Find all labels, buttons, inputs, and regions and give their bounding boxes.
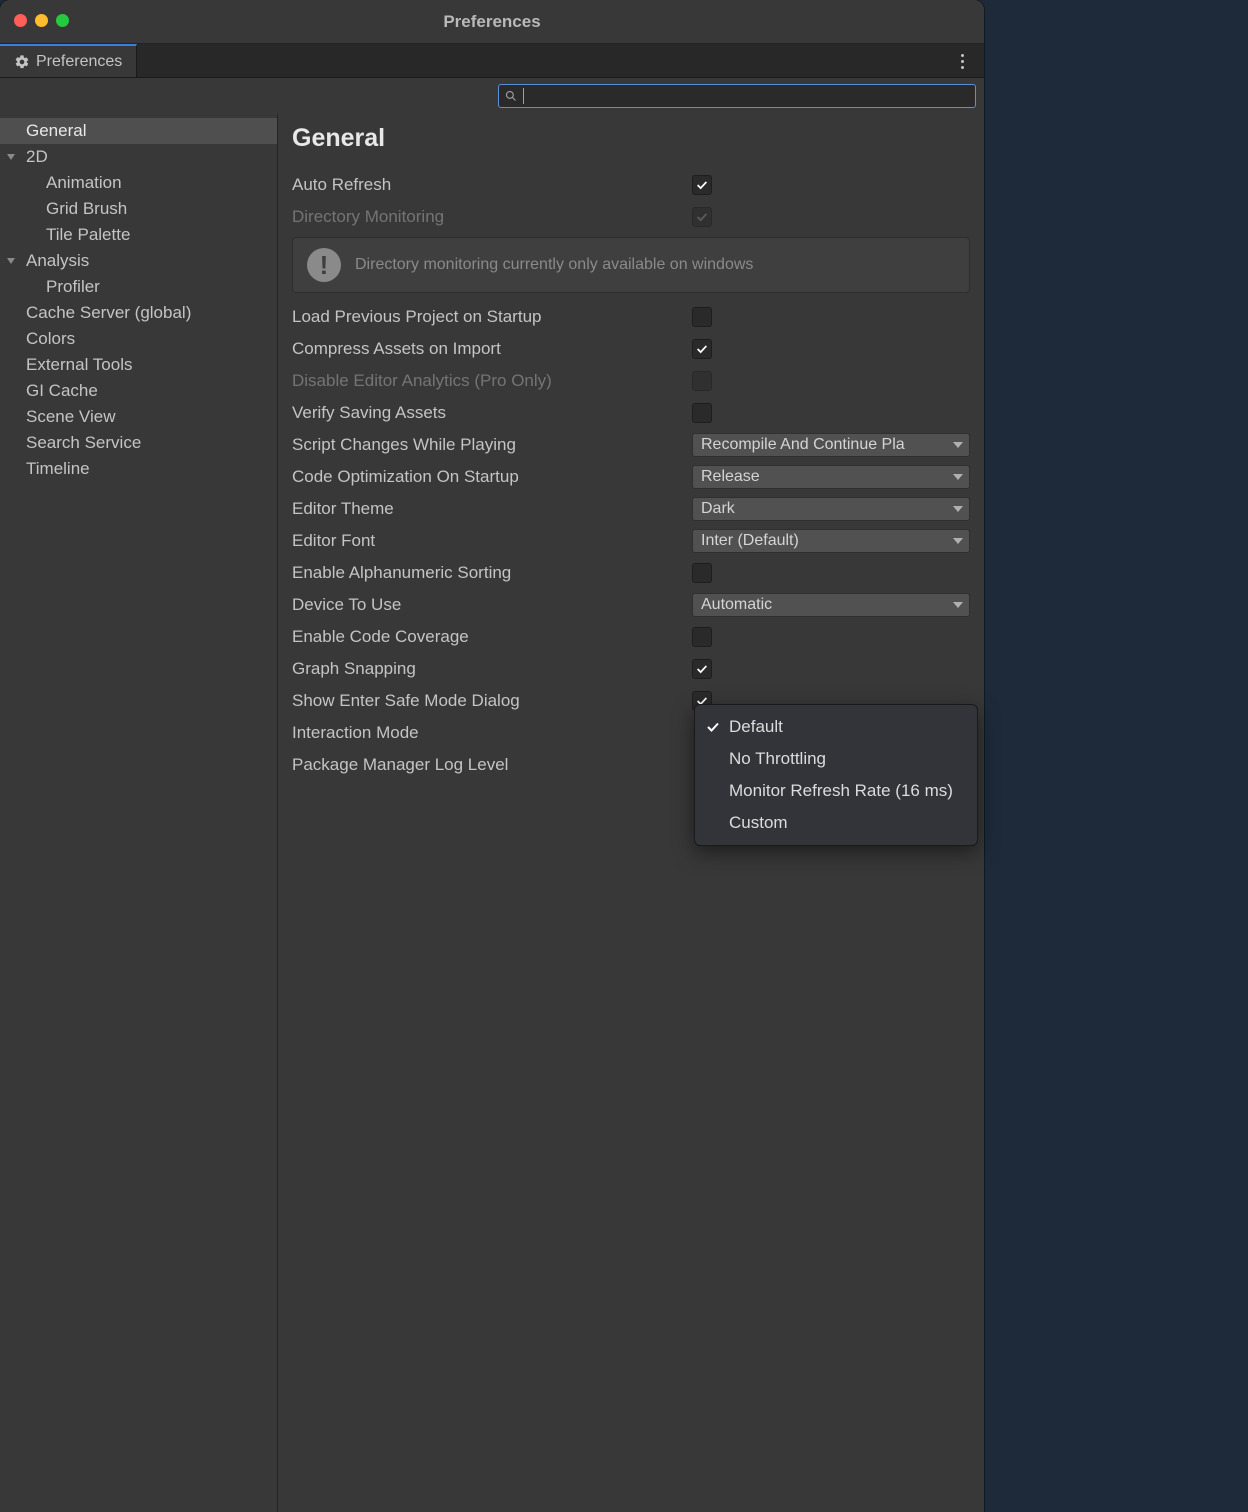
interaction-mode-popup: Default No Throttling Monitor Refresh Ra… bbox=[694, 704, 978, 846]
row-compress-assets: Compress Assets on Import bbox=[292, 333, 970, 365]
graph-snapping-checkbox[interactable] bbox=[692, 659, 712, 679]
gear-icon bbox=[14, 54, 30, 70]
verify-saving-checkbox[interactable] bbox=[692, 403, 712, 423]
device-dropdown[interactable]: Automatic bbox=[692, 593, 970, 617]
sidebar-item-general[interactable]: General bbox=[0, 118, 277, 144]
sidebar-item-cache-server[interactable]: Cache Server (global) bbox=[0, 300, 277, 326]
window-controls bbox=[14, 14, 69, 27]
close-window-button[interactable] bbox=[14, 14, 27, 27]
row-device: Device To Use Automatic bbox=[292, 589, 970, 621]
row-auto-refresh: Auto Refresh bbox=[292, 169, 970, 201]
row-graph-snapping: Graph Snapping bbox=[292, 653, 970, 685]
sidebar-item-profiler[interactable]: Profiler bbox=[0, 274, 277, 300]
chevron-down-icon bbox=[953, 602, 963, 608]
row-disable-analytics: Disable Editor Analytics (Pro Only) bbox=[292, 365, 970, 397]
compress-assets-checkbox[interactable] bbox=[692, 339, 712, 359]
editor-font-dropdown[interactable]: Inter (Default) bbox=[692, 529, 970, 553]
minimize-window-button[interactable] bbox=[35, 14, 48, 27]
popup-option-monitor-refresh[interactable]: Monitor Refresh Rate (16 ms) bbox=[695, 775, 977, 807]
sidebar-item-colors[interactable]: Colors bbox=[0, 326, 277, 352]
sidebar-item-external-tools[interactable]: External Tools bbox=[0, 352, 277, 378]
triangle-down-icon bbox=[6, 152, 16, 162]
row-editor-theme: Editor Theme Dark bbox=[292, 493, 970, 525]
code-optimization-dropdown[interactable]: Release bbox=[692, 465, 970, 489]
info-icon: ! bbox=[307, 248, 341, 282]
sidebar-item-animation[interactable]: Animation bbox=[0, 170, 277, 196]
sidebar-item-gi-cache[interactable]: GI Cache bbox=[0, 378, 277, 404]
window-title: Preferences bbox=[443, 12, 540, 32]
sidebar: General 2D Animation Grid Brush Tile Pal… bbox=[0, 114, 278, 1512]
alpha-sort-checkbox[interactable] bbox=[692, 563, 712, 583]
popup-option-no-throttling[interactable]: No Throttling bbox=[695, 743, 977, 775]
search-field[interactable] bbox=[498, 84, 976, 108]
disable-analytics-checkbox bbox=[692, 371, 712, 391]
tab-menu-button[interactable] bbox=[952, 50, 972, 72]
tab-label: Preferences bbox=[36, 53, 122, 71]
info-box: ! Directory monitoring currently only av… bbox=[292, 237, 970, 293]
search-input[interactable] bbox=[530, 89, 969, 104]
sidebar-item-timeline[interactable]: Timeline bbox=[0, 456, 277, 482]
row-code-coverage: Enable Code Coverage bbox=[292, 621, 970, 653]
row-code-optimization: Code Optimization On Startup Release bbox=[292, 461, 970, 493]
popup-option-default[interactable]: Default bbox=[695, 711, 977, 743]
check-icon bbox=[705, 719, 721, 735]
sidebar-item-analysis[interactable]: Analysis bbox=[0, 248, 277, 274]
auto-refresh-checkbox[interactable] bbox=[692, 175, 712, 195]
search-row bbox=[0, 78, 984, 114]
sidebar-item-2d[interactable]: 2D bbox=[0, 144, 277, 170]
tab-bar: Preferences bbox=[0, 44, 984, 78]
search-icon bbox=[505, 90, 517, 102]
row-editor-font: Editor Font Inter (Default) bbox=[292, 525, 970, 557]
tab-preferences[interactable]: Preferences bbox=[0, 44, 137, 77]
row-load-previous: Load Previous Project on Startup bbox=[292, 301, 970, 333]
info-text: Directory monitoring currently only avai… bbox=[355, 256, 753, 274]
row-script-changes: Script Changes While Playing Recompile A… bbox=[292, 429, 970, 461]
row-verify-saving: Verify Saving Assets bbox=[292, 397, 970, 429]
text-caret bbox=[523, 88, 524, 104]
code-coverage-checkbox[interactable] bbox=[692, 627, 712, 647]
chevron-down-icon bbox=[953, 474, 963, 480]
titlebar: Preferences bbox=[0, 0, 984, 44]
chevron-down-icon bbox=[953, 538, 963, 544]
chevron-down-icon bbox=[953, 506, 963, 512]
page-title: General bbox=[292, 124, 970, 153]
row-directory-monitoring: Directory Monitoring bbox=[292, 201, 970, 233]
load-previous-checkbox[interactable] bbox=[692, 307, 712, 327]
popup-option-custom[interactable]: Custom bbox=[695, 807, 977, 839]
sidebar-item-search-service[interactable]: Search Service bbox=[0, 430, 277, 456]
editor-theme-dropdown[interactable]: Dark bbox=[692, 497, 970, 521]
zoom-window-button[interactable] bbox=[56, 14, 69, 27]
script-changes-dropdown[interactable]: Recompile And Continue Pla bbox=[692, 433, 970, 457]
row-alpha-sort: Enable Alphanumeric Sorting bbox=[292, 557, 970, 589]
sidebar-item-grid-brush[interactable]: Grid Brush bbox=[0, 196, 277, 222]
sidebar-item-scene-view[interactable]: Scene View bbox=[0, 404, 277, 430]
sidebar-item-tile-palette[interactable]: Tile Palette bbox=[0, 222, 277, 248]
triangle-down-icon bbox=[6, 256, 16, 266]
chevron-down-icon bbox=[953, 442, 963, 448]
directory-monitoring-checkbox bbox=[692, 207, 712, 227]
